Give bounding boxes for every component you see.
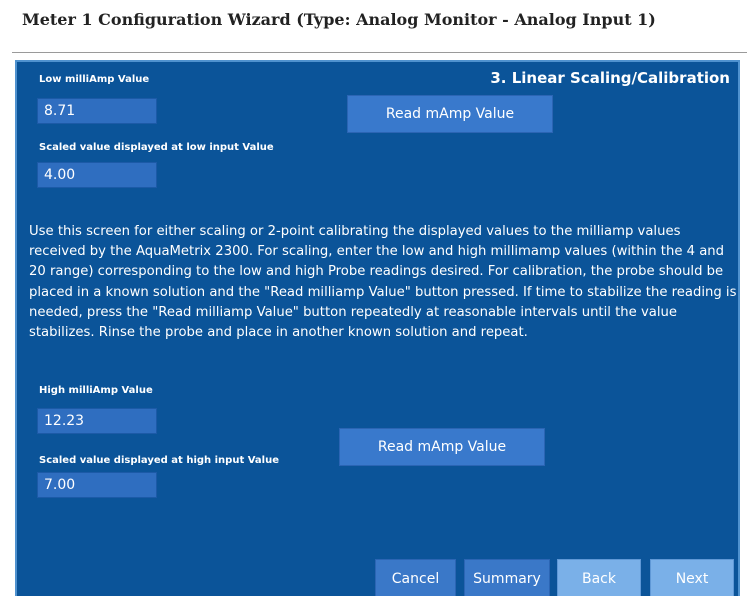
high-scaled-label: Scaled value displayed at high input Val… — [39, 455, 279, 466]
low-scaled-input[interactable] — [37, 162, 157, 188]
read-low-mamp-button[interactable]: Read mAmp Value — [347, 95, 553, 133]
instructions-text: Use this screen for either scaling or 2-… — [29, 224, 737, 341]
wizard-title: Meter 1 Configuration Wizard (Type: Anal… — [22, 10, 656, 29]
high-milliamp-label: High milliAmp Value — [39, 385, 153, 396]
low-milliamp-label: Low milliAmp Value — [39, 74, 150, 85]
next-button[interactable]: Next — [650, 559, 734, 596]
wizard-panel: 3. Linear Scaling/Calibration Low milliA… — [15, 60, 740, 596]
title-divider — [12, 52, 747, 53]
read-high-mamp-button[interactable]: Read mAmp Value — [339, 428, 545, 466]
low-milliamp-input[interactable] — [37, 98, 157, 124]
high-scaled-input[interactable] — [37, 472, 157, 498]
step-title: 3. Linear Scaling/Calibration — [490, 69, 730, 87]
low-scaled-label: Scaled value displayed at low input Valu… — [39, 142, 274, 153]
back-button[interactable]: Back — [557, 559, 641, 596]
high-milliamp-input[interactable] — [37, 408, 157, 434]
summary-button[interactable]: Summary — [464, 559, 550, 596]
cancel-button[interactable]: Cancel — [375, 559, 456, 596]
